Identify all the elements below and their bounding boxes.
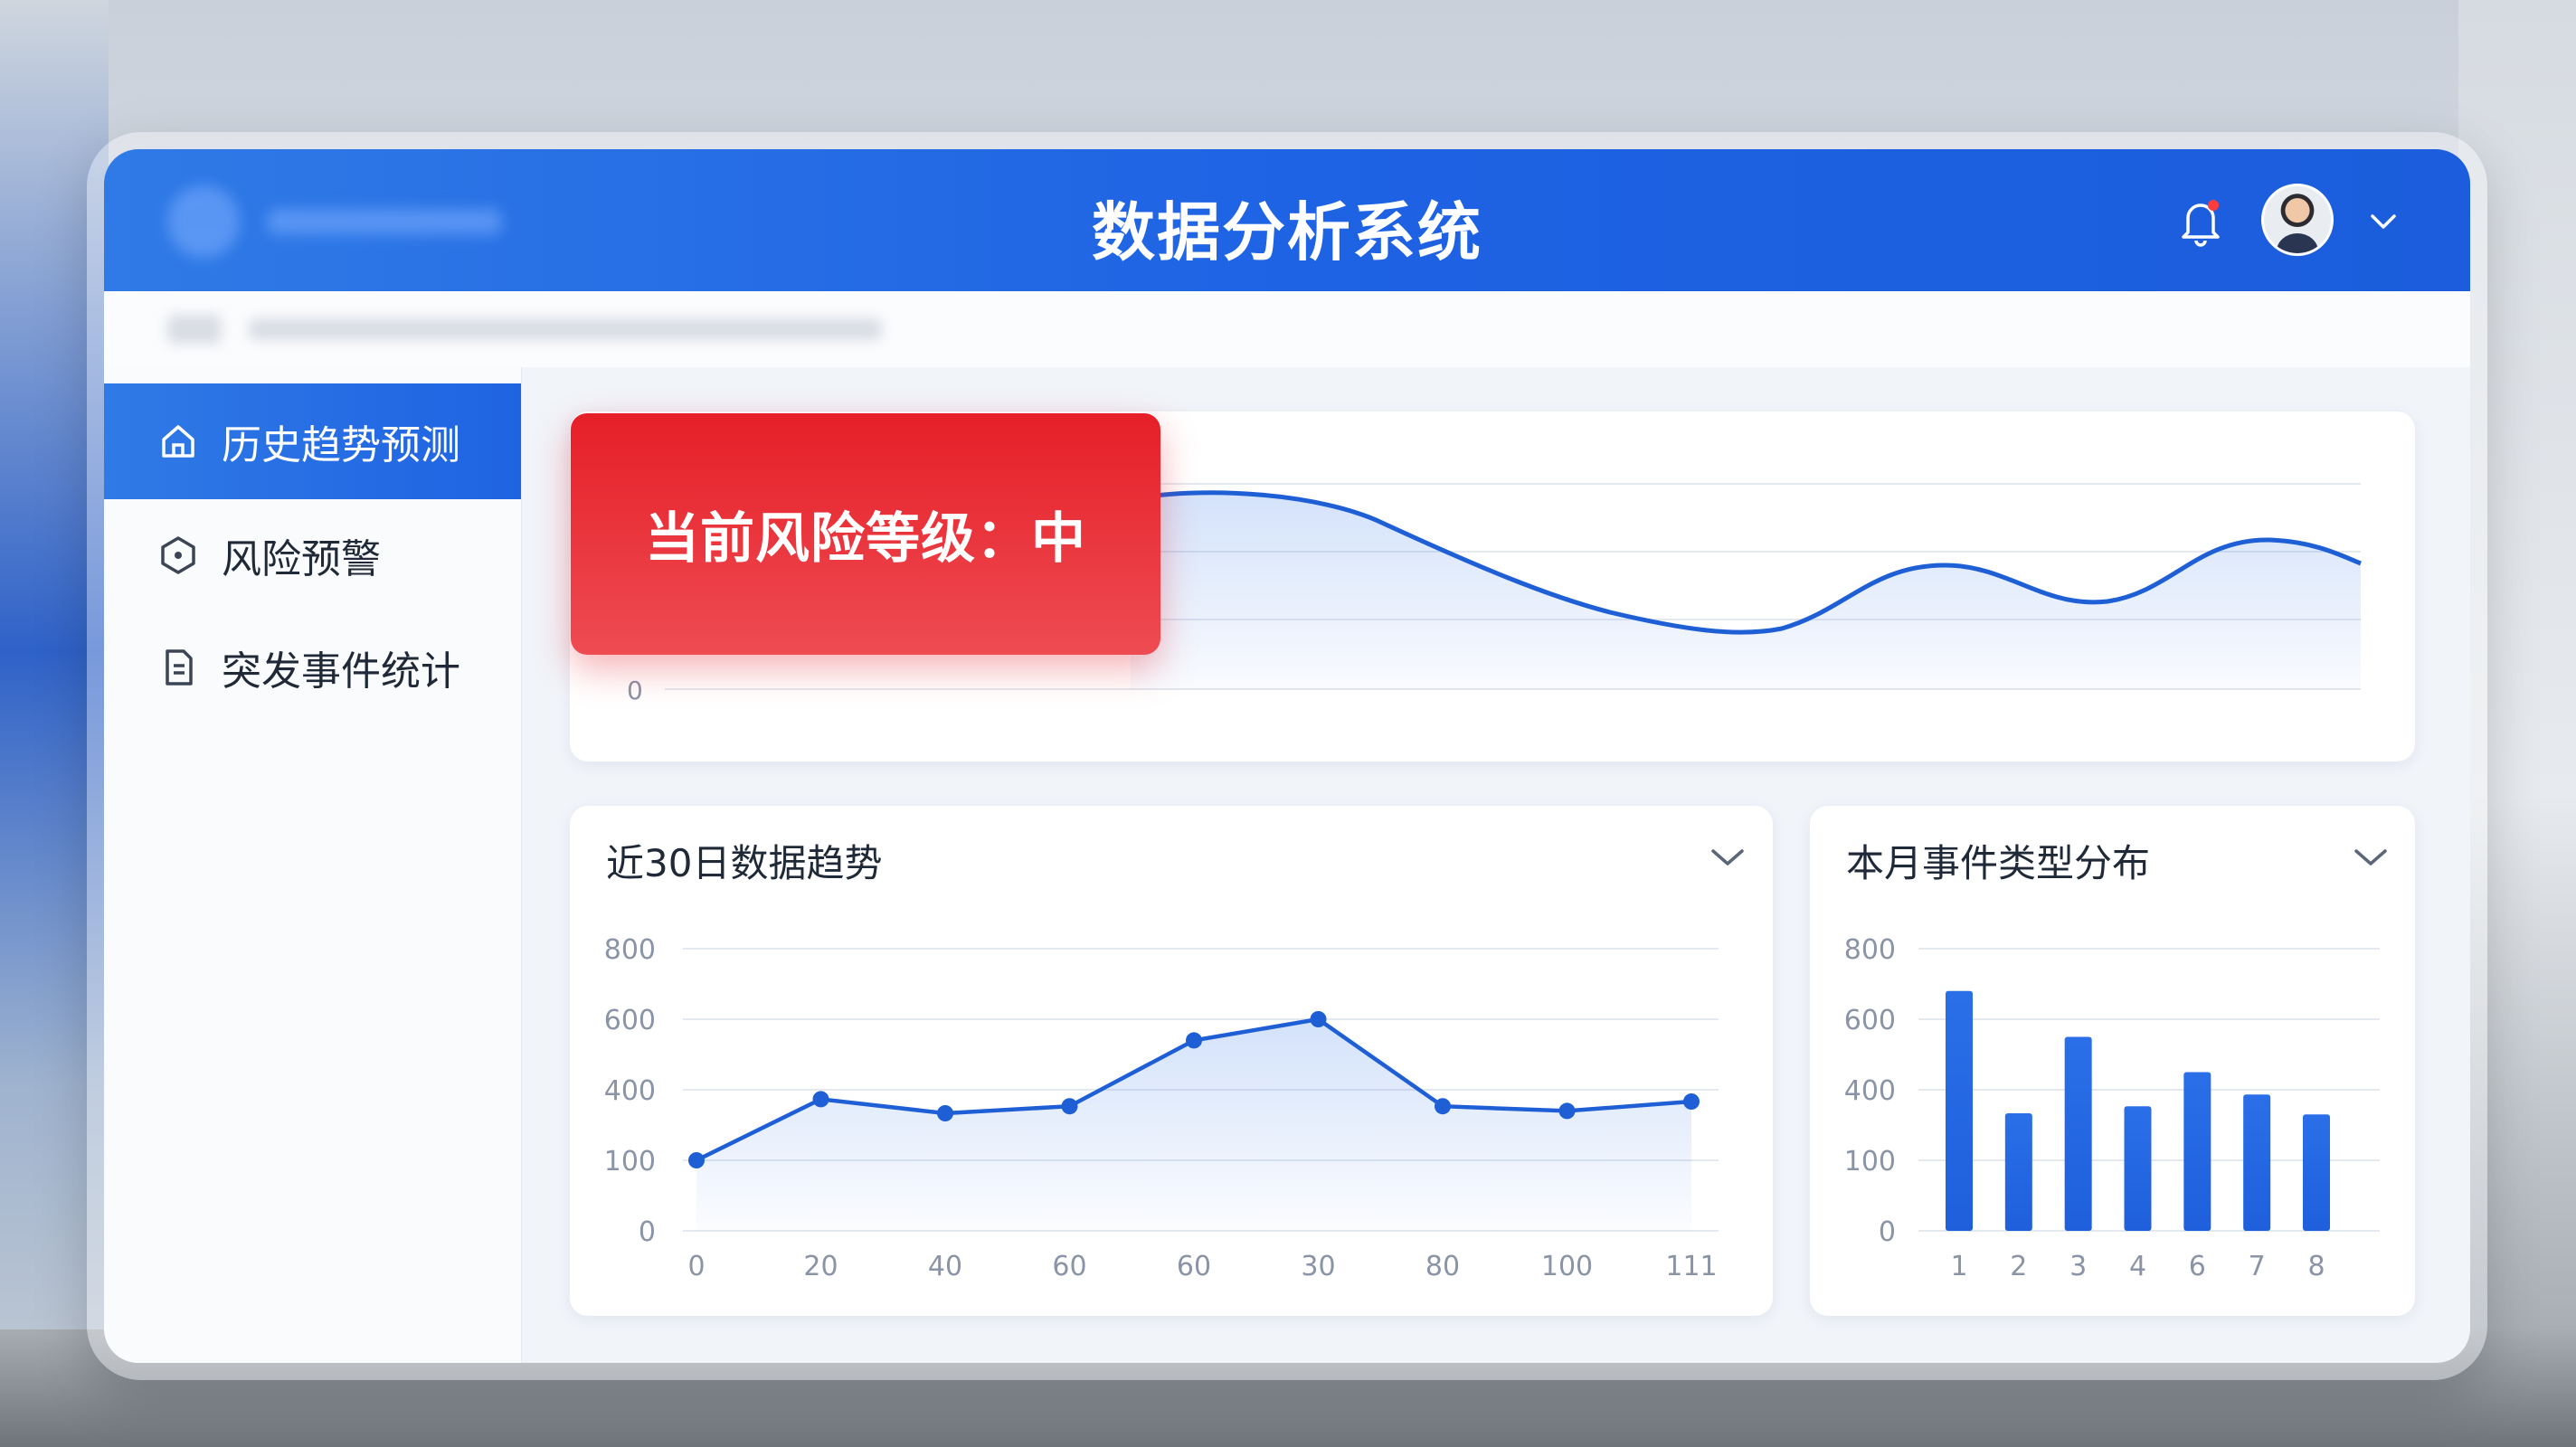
data-point: [1061, 1098, 1078, 1115]
data-point: [812, 1091, 829, 1108]
trend-area: [1131, 492, 2361, 689]
y-tick-label: 400: [604, 1075, 656, 1107]
y-tick-label: 0: [627, 676, 643, 705]
risk-level-label: 当前风险等级：中: [645, 507, 1086, 571]
y-tick-label: 800: [604, 934, 656, 966]
x-tick-label: 100: [1541, 1251, 1593, 1282]
y-tick-label: 600: [1844, 1005, 1896, 1036]
bar: [1946, 990, 1973, 1231]
data-point: [688, 1152, 705, 1168]
x-tick-label: 6: [2189, 1251, 2206, 1282]
line-chart: 0 100 400 600 800 0 20 40 60 60 30 80 100 111: [604, 934, 1719, 1282]
x-tick-label: 60: [1177, 1251, 1211, 1282]
sidebar-item-label: 历史趋势预测: [222, 422, 460, 468]
home-icon: [156, 420, 200, 463]
x-tick-label: 7: [2249, 1251, 2266, 1282]
y-tick-label: 800: [1844, 934, 1896, 966]
data-point: [1683, 1093, 1700, 1110]
y-tick-label: 600: [604, 1005, 656, 1036]
document-icon: [156, 646, 200, 689]
hexagon-icon: [156, 534, 200, 577]
x-tick-label: 4: [2129, 1251, 2146, 1282]
y-tick-label: 100: [604, 1146, 656, 1177]
y-tick-label: 0: [639, 1216, 656, 1248]
risk-level-banner: 当前风险等级：中: [571, 413, 1160, 655]
x-tick-label: 80: [1425, 1251, 1460, 1282]
top-bar: 数据分析系统: [104, 149, 2470, 291]
y-tick-label: 400: [1844, 1075, 1896, 1107]
data-point: [1186, 1032, 1202, 1049]
sidebar-item-risk-warning[interactable]: 风险预警: [104, 497, 521, 613]
x-tick-label: 8: [2307, 1251, 2325, 1282]
bar: [2183, 1072, 2211, 1231]
line-area: [696, 1019, 1691, 1231]
data-point: [1435, 1098, 1451, 1115]
data-point: [1558, 1102, 1576, 1120]
bar: [2004, 1113, 2032, 1231]
app-window: 数据分析系统 历史趋势预测 风险预警 突发事件统计 0 当前风险等级：中 近30…: [104, 149, 2470, 1363]
y-tick-label: 100: [1844, 1146, 1896, 1177]
bar-chart-panel: 本月事件类型分布 0 100 400 600 800 1 2 3 4 6 7 8: [1810, 806, 2415, 1316]
x-tick-label: 2: [2010, 1251, 2027, 1282]
x-tick-label: 60: [1052, 1251, 1086, 1282]
x-tick-label: 1: [1950, 1251, 1967, 1282]
x-tick-label: 3: [2069, 1251, 2087, 1282]
x-tick-label: 111: [1665, 1251, 1717, 1282]
avatar[interactable]: [2261, 184, 2334, 256]
sidebar: 历史趋势预测 风险预警 突发事件统计: [104, 367, 522, 1363]
bell-icon[interactable]: [2175, 194, 2226, 249]
bar: [2243, 1094, 2271, 1231]
y-tick-label: 0: [1879, 1216, 1896, 1248]
app-title: 数据分析系统: [1092, 195, 1482, 270]
x-tick-label: 0: [687, 1251, 705, 1282]
breadcrumb: [104, 291, 2470, 367]
x-tick-label: 40: [928, 1251, 962, 1282]
sidebar-item-label: 风险预警: [222, 536, 381, 582]
line-chart-panel: 近30日数据趋势 0 100 400 600 800 0 20 40 60 60 30 80 100 11…: [570, 806, 1773, 1316]
data-point: [937, 1105, 953, 1121]
bar: [2303, 1114, 2330, 1231]
x-tick-label: 20: [803, 1251, 838, 1282]
bar-chart: 0 100 400 600 800 1 2 3 4 6 7 8: [1844, 934, 2380, 1282]
x-tick-label: 30: [1301, 1251, 1335, 1282]
bar: [2064, 1036, 2092, 1231]
chevron-down-icon[interactable]: [2365, 203, 2401, 240]
sidebar-item-label: 突发事件统计: [222, 648, 460, 695]
data-point: [1310, 1011, 1327, 1027]
sidebar-item-history-trend[interactable]: 历史趋势预测: [104, 383, 521, 499]
bar: [2124, 1106, 2152, 1231]
sidebar-item-incident-stats[interactable]: 突发事件统计: [104, 610, 521, 725]
